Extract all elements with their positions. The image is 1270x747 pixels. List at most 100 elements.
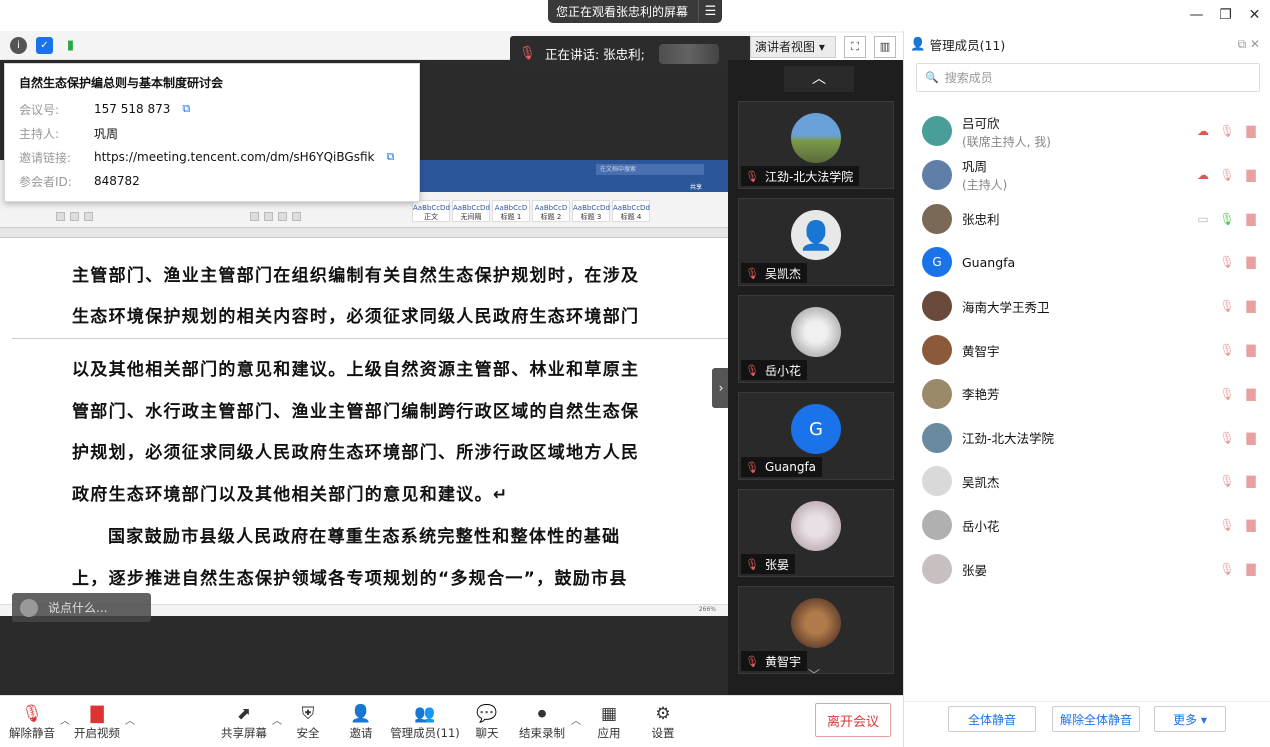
mic-muted-icon[interactable]: 🎙 — [1219, 124, 1235, 138]
cloud-record-icon[interactable]: ☁ — [1195, 168, 1211, 182]
mic-muted-icon[interactable]: 🎙 — [1219, 299, 1235, 313]
unmute-all-button[interactable]: 解除全体静音 — [1052, 706, 1140, 732]
view-bar: 演讲者视图 ▾ ⛶ ▥ — [750, 33, 903, 60]
more-button[interactable]: 更多 ▾ — [1154, 706, 1226, 732]
avatar — [922, 466, 952, 497]
fullscreen-icon[interactable]: ⛶ — [844, 35, 866, 58]
mic-muted-icon[interactable]: 🎙 — [1219, 474, 1235, 488]
mute-all-button[interactable]: 全体静音 — [948, 706, 1036, 732]
avatar — [922, 378, 952, 409]
mic-muted-icon[interactable]: 🎙 — [1219, 518, 1235, 532]
ribbon-share: 共享 — [690, 184, 703, 191]
video-off-icon[interactable]: ▇ — [1243, 431, 1259, 445]
mic-muted-icon[interactable]: 🎙 — [1219, 562, 1235, 576]
member-row[interactable]: 李艳芳 🎙 ▇ — [904, 372, 1270, 416]
member-role: (主持人) — [962, 178, 1008, 193]
mic-on-icon[interactable]: 🎙 — [1219, 212, 1235, 226]
layout-icon[interactable]: ▥ — [874, 35, 896, 58]
gear-icon: ⚙ — [655, 704, 671, 724]
member-name: 岳小花 — [962, 518, 1000, 534]
settings-button[interactable]: ⚙ 设置 — [628, 703, 698, 741]
mic-muted-icon: 🎙 — [745, 654, 759, 668]
video-off-icon[interactable]: ▇ — [1243, 124, 1259, 138]
cloud-record-icon[interactable]: ☁ — [1195, 124, 1211, 138]
member-row[interactable]: G Guangfa 🎙 ▇ — [904, 240, 1270, 284]
member-row[interactable]: 黄智宇 🎙 ▇ — [904, 328, 1270, 372]
view-mode-select[interactable]: 演讲者视图 ▾ — [750, 35, 836, 58]
share-screen-button[interactable]: ⬈ 共享屏幕 — [209, 703, 279, 741]
mic-muted-icon: 🎙 — [745, 266, 759, 280]
video-off-icon[interactable]: ▇ — [1243, 518, 1259, 532]
member-name: Guangfa — [962, 254, 1016, 270]
leave-meeting-button[interactable]: 离开会议 — [815, 703, 891, 737]
chat-input[interactable]: 说点什么... — [12, 593, 151, 622]
member-row[interactable]: 海南大学王秀卫 🎙 ▇ — [904, 284, 1270, 328]
avatar: G — [922, 247, 952, 278]
member-row[interactable]: 岳小花 🎙 ▇ — [904, 503, 1270, 547]
close-button[interactable]: ✕ — [1240, 4, 1269, 26]
menu-icon[interactable]: ☰ — [698, 0, 722, 23]
minimize-button[interactable]: — — [1182, 4, 1211, 26]
member-row[interactable]: 吕可欣 (联席主持人, 我) ☁ 🎙 ▇ — [904, 109, 1270, 153]
chevron-up-icon[interactable]: ︿ — [125, 712, 135, 727]
person-icon: 👤 — [910, 36, 926, 51]
video-off-icon[interactable]: ▇ — [1243, 343, 1259, 357]
doc-line: 主管部门、渔业主管部门在组织编制有关自然生态保护规划时，在涉及 — [72, 266, 640, 286]
mic-muted-icon[interactable]: 🎙 — [1219, 387, 1235, 401]
shield-icon[interactable]: ✓ — [36, 37, 53, 54]
meeting-id: 157 518 873 — [94, 102, 171, 116]
avatar: G — [791, 404, 841, 454]
mic-muted-icon[interactable]: 🎙 — [1219, 431, 1235, 445]
copy-icon[interactable]: ⧉ — [182, 102, 190, 116]
video-off-icon[interactable]: ▇ — [1243, 255, 1259, 269]
scroll-up-icon[interactable]: ︿ — [784, 66, 854, 92]
member-name: 张忠利 — [962, 212, 1000, 228]
video-tile[interactable]: 🎙 岳小花 — [738, 295, 894, 383]
video-tile[interactable]: 👤 🎙 吴凯杰 — [738, 198, 894, 286]
bottom-toolbar: 🎙 解除静音 ︿ ▇ 开启视频 ︿ ⬈ 共享屏幕 ︿ ⛨ 安全 👤 邀请 👥 管理成员(11… — [0, 695, 903, 747]
scroll-down-icon[interactable]: ﹀ — [808, 666, 820, 683]
avatar: 👤 — [791, 210, 841, 260]
participant-id: 848782 — [94, 174, 140, 188]
member-row[interactable]: 巩周 (主持人) ☁ 🎙 ▇ — [904, 153, 1270, 197]
video-tile[interactable]: 🎙 江劲-北大法学院 — [738, 101, 894, 189]
video-off-icon[interactable]: ▇ — [1243, 168, 1259, 182]
maximize-button[interactable]: ❐ — [1211, 4, 1240, 26]
style-h1: AaBbCcD 标题 1 — [492, 200, 530, 222]
members-button[interactable]: 👥 管理成员(11) — [390, 703, 460, 741]
info-row: 主持人: 巩周 — [19, 126, 119, 141]
mic-muted-icon[interactable]: 🎙 — [1219, 343, 1235, 357]
invite-link[interactable]: https://meeting.tencent.com/dm/sH6YQiBGs… — [94, 150, 374, 164]
unmute-button[interactable]: 🎙 解除静音 — [0, 703, 67, 741]
member-row[interactable]: 吴凯杰 🎙 ▇ — [904, 459, 1270, 503]
close-icon[interactable]: ⧉ ✕ — [1238, 37, 1260, 52]
host-name: 巩周 — [94, 126, 119, 141]
screen-share-icon[interactable]: ▭ — [1195, 212, 1211, 226]
info-icon[interactable]: i — [10, 37, 27, 54]
video-tile[interactable]: 🎙 张晏 — [738, 489, 894, 577]
speaking-indicator: 🎙 正在讲话: 张忠利; — [510, 36, 752, 71]
member-row[interactable]: 张忠利 ▭ 🎙 ▇ — [904, 197, 1270, 241]
video-tile[interactable]: G 🎙 Guangfa — [738, 392, 894, 480]
video-tile[interactable]: 🎙 黄智宇 — [738, 586, 894, 674]
panel-actions: 全体静音 解除全体静音 更多 ▾ — [904, 701, 1270, 737]
member-search-input[interactable]: 🔍 搜索成员 — [916, 63, 1260, 92]
video-off-icon[interactable]: ▇ — [1243, 212, 1259, 226]
mic-muted-icon[interactable]: 🎙 — [1219, 255, 1235, 269]
member-row[interactable]: 江劲-北大法学院 🎙 ▇ — [904, 416, 1270, 460]
video-off-icon[interactable]: ▇ — [1243, 299, 1259, 313]
avatar — [922, 116, 952, 146]
video-off-icon[interactable]: ▇ — [1243, 474, 1259, 488]
video-button[interactable]: ▇ 开启视频 — [62, 703, 132, 741]
stop-recording-button[interactable]: ⏺ 结束录制 — [507, 703, 577, 741]
video-off-icon[interactable]: ▇ — [1243, 562, 1259, 576]
signal-icon[interactable]: ▮ — [62, 37, 79, 54]
member-row[interactable]: 张晏 🎙 ▇ — [904, 547, 1270, 591]
invite-button[interactable]: 👤 邀请 — [326, 703, 396, 741]
mic-muted-icon[interactable]: 🎙 — [1219, 168, 1235, 182]
video-off-icon[interactable]: ▇ — [1243, 387, 1259, 401]
emoji-icon[interactable] — [20, 598, 38, 617]
shared-document: 在文档中搜索 共享 AaBbCcDd 正文 AaBbCcDd 无间隔 AaBbCcD… — [0, 160, 728, 616]
copy-icon[interactable]: ⧉ — [386, 150, 394, 164]
member-name: 江劲-北大法学院 — [962, 431, 1055, 447]
